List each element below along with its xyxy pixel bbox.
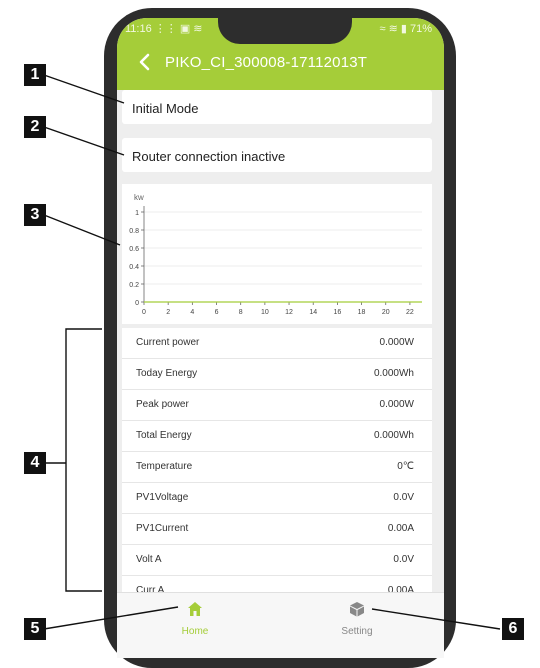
row-value: 0.000Wh [373,368,414,379]
nav-home[interactable]: Home [155,601,235,637]
x-tick-label: 14 [309,309,317,316]
y-tick-label: 0.4 [129,264,139,271]
router-card: Router connection inactive [122,138,432,172]
table-row: PV1Current 0.00A [122,514,432,545]
x-tick-label: 16 [333,309,341,316]
callout-1: 1 [24,64,46,86]
x-tick-label: 6 [215,309,219,316]
nav-home-label: Home [181,626,209,637]
callout-3: 3 [24,204,46,226]
phone-notch [218,10,352,44]
x-tick-label: 22 [406,309,414,316]
x-tick-label: 20 [382,309,390,316]
y-tick-label: 1 [135,210,139,217]
table-row: PV1Voltage 0.0V [122,483,432,514]
x-tick-label: 2 [166,309,170,316]
power-chart: kw 1 0.8 0.6 0.4 0.2 0 0 2 4 6 8 10 12 14 16 18 20 22 [122,184,432,324]
callout-2: 2 [24,116,46,138]
data-table: Current power 0.000W Today Energy 0.000Wh Pe… [122,328,432,607]
row-label: Peak power [136,399,189,410]
x-tick-label: 18 [358,309,366,316]
y-tick-label: 0 [135,300,139,307]
x-tick-label: 0 [142,309,146,316]
status-time: 11:16 ⋮⋮ ▣ ≋ [125,23,203,35]
callout-6: 6 [502,618,524,640]
mode-text: Initial Mode [132,101,199,116]
x-tick-label: 4 [190,309,194,316]
row-label: PV1Voltage [136,492,189,503]
home-icon [188,602,202,616]
table-row: Current power 0.000W [122,328,432,359]
cube-icon [350,602,364,617]
y-tick-label: 0.2 [129,282,139,289]
app-title: PIKO_CI_300008-17112013T [165,54,368,71]
y-tick-label: 0.8 [129,228,139,235]
app-screen: 11:16 ⋮⋮ ▣ ≋ ≈ ≋ ▮ 71% PIKO_CI_300008-17… [117,18,444,658]
row-value: 0℃ [397,461,414,472]
router-status-text: Router connection inactive [132,149,286,164]
row-label: Current power [136,337,200,348]
callout-5: 5 [24,618,46,640]
row-value: 0.0V [393,492,414,503]
table-row: Volt A 0.0V [122,545,432,576]
y-tick-label: 0.6 [129,246,139,253]
x-tick-label: 12 [285,309,293,316]
row-label: PV1Current [136,523,189,534]
table-row: Temperature 0℃ [122,452,432,483]
row-label: Temperature [136,461,193,472]
nav-setting-label: Setting [341,626,373,637]
callout-4: 4 [24,452,46,474]
mode-card: Initial Mode [122,90,432,124]
nav-setting[interactable]: Setting [317,601,397,637]
row-label: Today Energy [136,368,198,379]
row-value: 0.00A [387,523,414,534]
table-row: Peak power 0.000W [122,390,432,421]
x-tick-label: 8 [239,309,243,316]
table-row: Total Energy 0.000Wh [122,421,432,452]
power-chart-svg: kw 1 0.8 0.6 0.4 0.2 00 2 4 6 8 10 12 14 16 18 20 22 [129,193,422,316]
row-label: Total Energy [136,430,192,441]
chevron-left-icon[interactable] [131,48,159,76]
bottom-nav: Home Setting [117,592,444,658]
row-value: 0.000Wh [373,430,414,441]
row-label: Volt A [136,554,162,565]
table-row: Today Energy 0.000Wh [122,359,432,390]
x-tick-label: 10 [261,309,269,316]
row-value: 0.0V [393,554,414,565]
row-value: 0.000W [379,399,414,410]
y-axis-label: kw [134,193,144,202]
row-value: 0.000W [379,337,414,348]
status-battery: ≈ ≋ ▮ 71% [379,23,432,35]
